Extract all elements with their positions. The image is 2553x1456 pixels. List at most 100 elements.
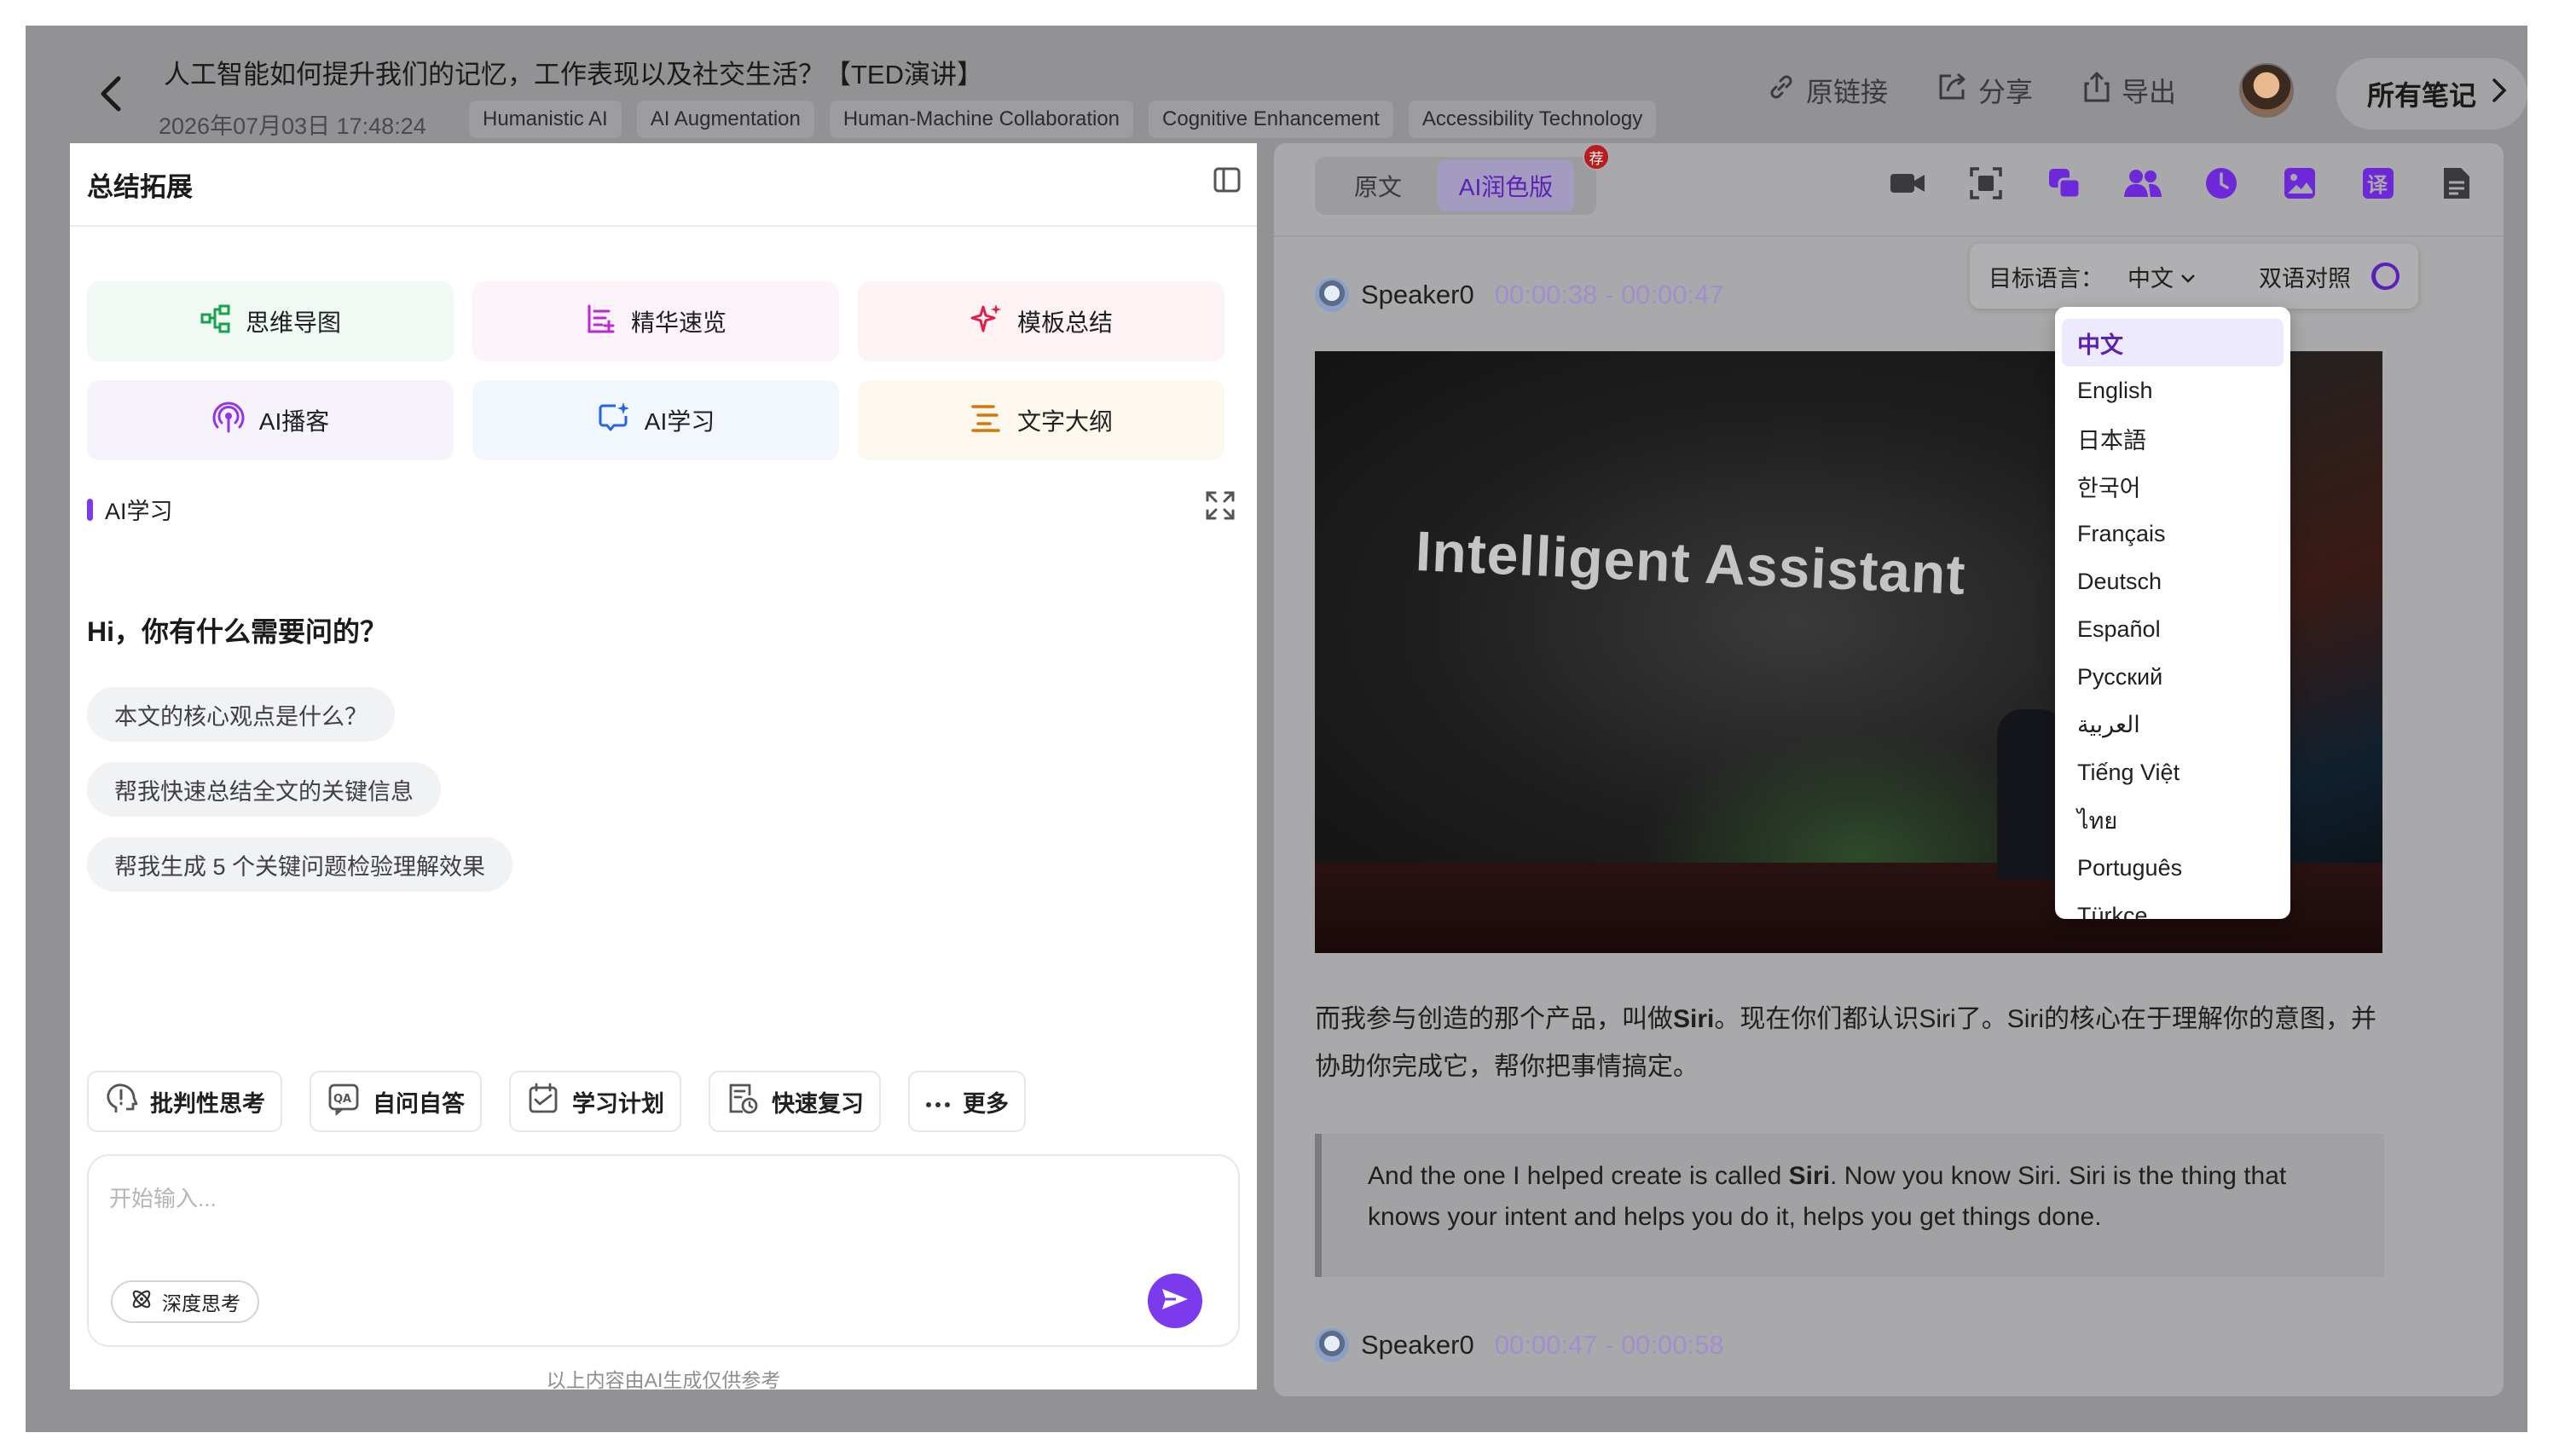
language-option[interactable]: Tiếng Việt <box>2062 748 2284 796</box>
language-option[interactable]: 日本語 <box>2062 414 2284 462</box>
tool-label: 快速复习 <box>772 1090 864 1117</box>
speaker-avatar <box>1315 1328 1349 1362</box>
panel-title: 总结拓展 <box>87 172 193 202</box>
feature-text-outline-button[interactable]: 文字大纲 <box>858 380 1224 460</box>
document-icon[interactable] <box>2437 164 2476 203</box>
mindmap-icon <box>200 303 232 341</box>
chat-input[interactable]: 开始输入... <box>109 1182 217 1213</box>
tool-label: 学习计划 <box>572 1090 664 1117</box>
quick-review-button[interactable]: 快速复习 <box>709 1071 881 1132</box>
feature-ai-learning-button[interactable]: AI学习 <box>472 380 839 460</box>
tab-original[interactable]: 原文 <box>1318 160 1438 211</box>
self-qa-button[interactable]: QA 自问自答 <box>310 1071 482 1132</box>
timestamp-link[interactable]: 00:00:38 - 00:00:47 <box>1495 280 1724 310</box>
chat-sparkle-icon <box>597 401 631 441</box>
feature-mindmap-button[interactable]: 思维导图 <box>87 281 454 361</box>
language-option[interactable]: ไทย <box>2062 796 2284 844</box>
target-language-select[interactable]: 中文 <box>2128 260 2196 293</box>
critical-thinking-button[interactable]: 批判性思考 <box>87 1071 282 1132</box>
history-clock-icon[interactable] <box>2202 164 2241 203</box>
language-option[interactable]: English <box>2062 367 2284 414</box>
section-label: AI学习 <box>105 499 173 524</box>
back-icon[interactable] <box>85 68 136 119</box>
chat-input-box: 开始输入... 深度思考 <box>87 1154 1240 1347</box>
timestamp-link[interactable]: 00:00:47 - 00:00:58 <box>1495 1330 1724 1361</box>
suggested-question[interactable]: 帮我快速总结全文的关键信息 <box>87 762 441 817</box>
language-option[interactable]: Español <box>2062 605 2284 653</box>
chevron-right-icon <box>2492 78 2507 110</box>
bilingual-toggle[interactable] <box>2371 263 2400 290</box>
target-language-value: 中文 <box>2128 265 2174 292</box>
text-run: And the one I helped create is called <box>1368 1162 1789 1190</box>
all-notes-button[interactable]: 所有笔记 <box>2336 58 2527 130</box>
tag[interactable]: Accessibility Technology <box>1408 101 1657 138</box>
recommended-badge: 荐 <box>1583 143 1610 170</box>
more-button[interactable]: 更多 <box>908 1071 1026 1132</box>
feature-label: 思维导图 <box>245 309 341 336</box>
language-option[interactable]: Deutsch <box>2062 558 2284 605</box>
translation-settings: 目标语言： 中文 双语对照 <box>1970 244 2418 309</box>
feature-template-summary-button[interactable]: 模板总结 <box>858 281 1224 361</box>
tag[interactable]: Humanistic AI <box>469 101 622 138</box>
all-notes-label: 所有笔记 <box>2367 80 2477 111</box>
translate-icon[interactable]: 译 <box>2359 164 2398 203</box>
image-icon[interactable] <box>2280 164 2319 203</box>
deep-think-label: 深度思考 <box>162 1292 240 1314</box>
sidebar-toggle-icon[interactable] <box>1213 165 1242 194</box>
tag[interactable]: Human-Machine Collaboration <box>829 101 1134 138</box>
language-option[interactable]: Français <box>2062 510 2284 558</box>
speaker-row: Speaker0 00:00:47 - 00:00:58 <box>1315 1328 1724 1362</box>
send-button[interactable] <box>1148 1274 1202 1328</box>
language-option[interactable]: Русский <box>2062 653 2284 701</box>
tab-ai-polished[interactable]: AI润色版 <box>1438 160 1574 211</box>
share-icon <box>1936 71 1970 110</box>
feature-highlights-button[interactable]: 精华速览 <box>472 281 839 361</box>
feature-ai-podcast-button[interactable]: AI播客 <box>87 380 454 460</box>
language-option[interactable]: 한국어 <box>2062 462 2284 510</box>
language-option[interactable]: Türkçe <box>2062 892 2284 920</box>
speakers-icon[interactable] <box>2123 164 2162 203</box>
lightbulb-head-icon <box>104 1082 138 1122</box>
transcript-panel: 原文 AI润色版 荐 译 目标语言： 中文 双语对照 Speaker0 00:0… <box>1274 143 2504 1396</box>
expand-icon[interactable] <box>1204 489 1236 522</box>
sparkle-icon <box>970 302 1004 342</box>
ai-learning-section-title: AI学习 <box>87 493 173 526</box>
divider <box>1274 235 2504 237</box>
qa-icon: QA <box>327 1082 361 1122</box>
original-link-button[interactable]: 原链接 <box>1765 71 1888 110</box>
transcript-paragraph-en: And the one I helped create is called Si… <box>1315 1134 2384 1277</box>
language-option[interactable]: Português <box>2062 844 2284 892</box>
tool-label: 自问自答 <box>373 1090 465 1117</box>
svg-text:QA: QA <box>333 1093 351 1106</box>
link-icon <box>1765 71 1798 110</box>
summary-panel: 总结拓展 思维导图 精华速览 模板总结 AI播客 AI学习 文字大纲 AI学习 … <box>70 143 1257 1391</box>
tool-label: 更多 <box>963 1090 1009 1117</box>
speaker-name: Speaker0 <box>1361 280 1474 309</box>
screenshot-icon[interactable] <box>1966 164 2006 203</box>
avatar[interactable] <box>2239 63 2294 118</box>
send-icon <box>1161 1286 1190 1316</box>
tool-label: 批判性思考 <box>150 1090 265 1117</box>
tag[interactable]: Cognitive Enhancement <box>1149 101 1393 138</box>
suggested-question[interactable]: 帮我生成 5 个关键问题检验理解效果 <box>87 837 513 892</box>
header-actions: 原链接 分享 导出 <box>1765 70 2176 111</box>
chevron-down-icon <box>2180 263 2196 290</box>
export-label: 导出 <box>2122 77 2177 107</box>
copy-icon[interactable] <box>2045 164 2084 203</box>
more-icon <box>925 1089 951 1115</box>
tag[interactable]: AI Augmentation <box>636 101 814 138</box>
language-option[interactable]: العربية <box>2062 701 2284 748</box>
original-link-label: 原链接 <box>1806 77 1889 107</box>
feature-label: AI学习 <box>644 408 715 435</box>
suggested-question[interactable]: 本文的核心观点是什么？ <box>87 687 395 742</box>
text-run: 而我参与创造的那个产品，叫做 <box>1315 1005 1673 1033</box>
deep-think-toggle[interactable]: 深度思考 <box>111 1280 259 1323</box>
share-button[interactable]: 分享 <box>1936 71 2033 110</box>
study-plan-button[interactable]: 学习计划 <box>509 1071 681 1132</box>
export-button[interactable]: 导出 <box>2081 70 2176 111</box>
list-icon <box>585 303 617 341</box>
tag-list: Humanistic AI AI Augmentation Human-Mach… <box>469 101 1657 138</box>
language-option[interactable]: 中文 <box>2062 319 2284 367</box>
target-language-label: 目标语言： <box>1989 265 2104 292</box>
video-camera-icon[interactable] <box>1888 164 1927 203</box>
